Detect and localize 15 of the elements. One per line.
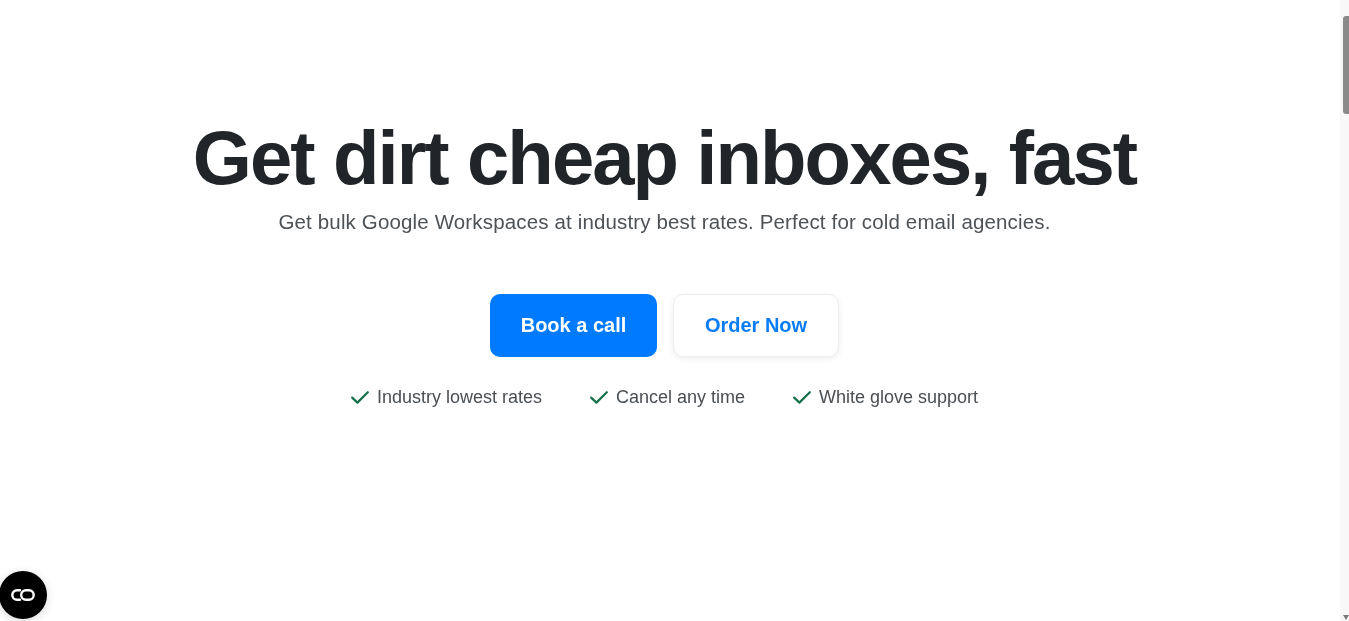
hero-subtitle: Get bulk Google Workspaces at industry best rates. Perfect for cold email agencies. <box>278 210 1051 234</box>
call-to-action-button[interactable]: Book a call <box>490 294 657 357</box>
check-icon <box>350 390 369 404</box>
scrollbar-thumb[interactable] <box>1343 16 1349 114</box>
down-arrow-icon[interactable] <box>1343 615 1349 620</box>
scrollbar[interactable] <box>1340 0 1349 621</box>
hero-heading: Get dirt cheap inboxes, fast <box>192 118 1137 198</box>
feature-label: White glove support <box>819 386 979 409</box>
call-to-action-button[interactable]: Order Now <box>673 294 839 357</box>
check-icon <box>793 390 811 404</box>
check-icon <box>589 390 608 404</box>
link-icon <box>11 589 35 601</box>
feature-label: Industry lowest rates <box>376 386 542 409</box>
feature-label: Cancel any time <box>615 386 745 409</box>
floating-action-button[interactable] <box>0 571 47 619</box>
